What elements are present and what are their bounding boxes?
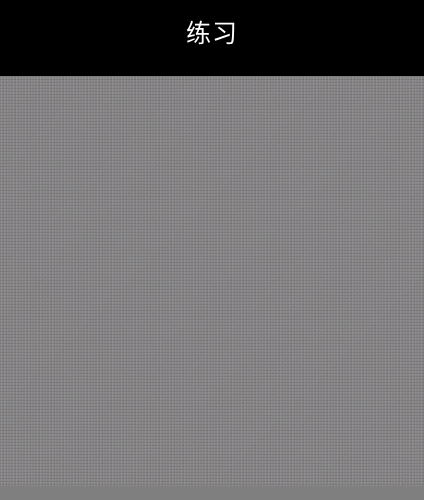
page-title: 练习 bbox=[185, 18, 238, 48]
bottom-strip bbox=[0, 486, 424, 500]
app-screen: 练习 bbox=[0, 0, 424, 500]
noise-image-area bbox=[0, 76, 424, 486]
title-bar: 练习 bbox=[0, 0, 424, 76]
